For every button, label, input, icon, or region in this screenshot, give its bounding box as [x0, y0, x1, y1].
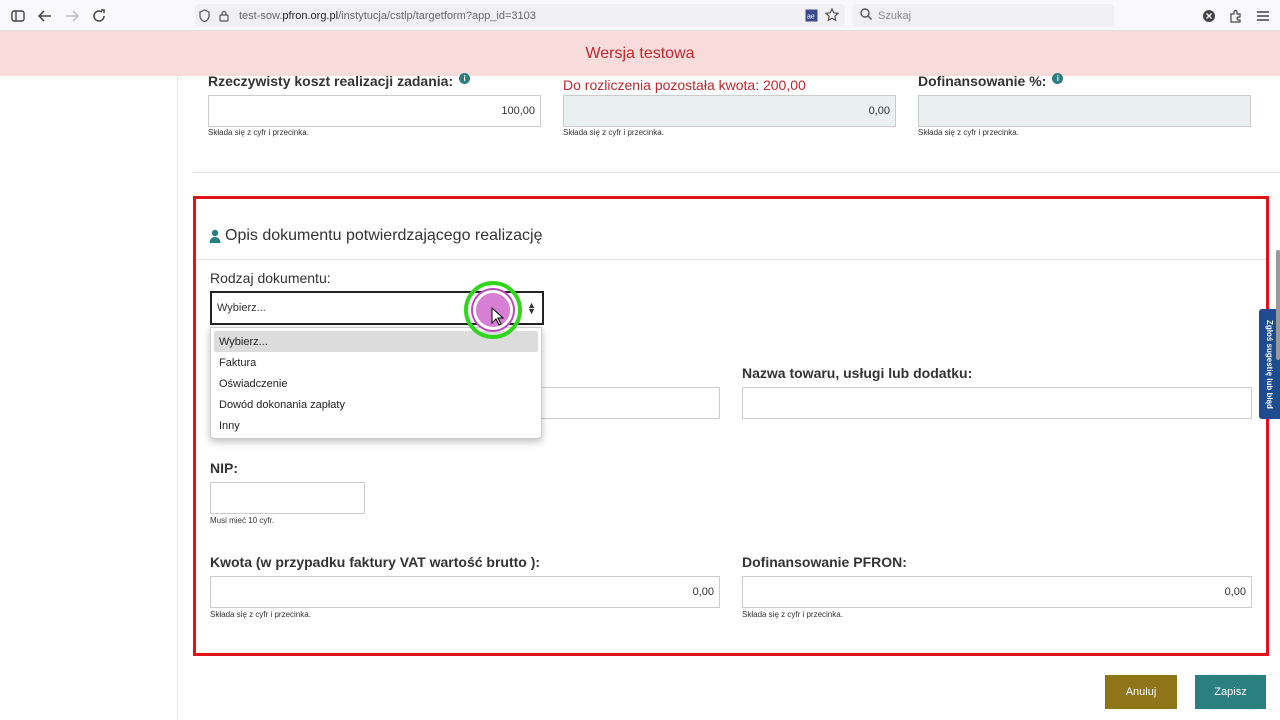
- pfron-cofinancing-label: Dofinansowanie PFRON:: [742, 554, 907, 570]
- lock-icon[interactable]: [217, 9, 231, 23]
- doc-type-dropdown: Wybierz... Faktura Oświadczenie Dowód do…: [210, 327, 542, 439]
- cofinancing-pct-label: Dofinansowanie %: i: [918, 73, 1064, 89]
- dropdown-option[interactable]: Inny: [214, 415, 538, 436]
- search-icon: [860, 8, 872, 23]
- pfron-cofinancing-input[interactable]: 0,00: [742, 576, 1252, 608]
- address-bar[interactable]: test-sow.pfron.org.pl/instytucja/cstlp/t…: [195, 4, 845, 27]
- left-sidebar: [0, 76, 178, 720]
- extensions-icon[interactable]: [1226, 6, 1246, 26]
- scrollbar[interactable]: [1276, 250, 1280, 360]
- search-placeholder: Szukaj: [878, 9, 912, 22]
- amount-hint: Składa się z cyfr i przecinka.: [210, 610, 311, 619]
- browser-toolbar: test-sow.pfron.org.pl/instytucja/cstlp/t…: [0, 0, 1280, 31]
- goods-name-input[interactable]: [742, 387, 1252, 419]
- doc-type-selected: Wybierz...: [217, 302, 266, 314]
- amount-input[interactable]: 0,00: [210, 576, 720, 608]
- banner-text: Wersja testowa: [585, 44, 695, 62]
- search-input[interactable]: Szukaj: [852, 4, 1114, 27]
- nip-label: NIP:: [210, 460, 238, 476]
- remaining-amount-label: Do rozliczenia pozostała kwota: 200,00: [563, 77, 806, 93]
- test-version-banner: Wersja testowa: [0, 31, 1280, 76]
- select-arrows-icon: ▲ ▼: [527, 300, 536, 316]
- real-cost-label: Rzeczywisty koszt realizacji zadania: i: [208, 73, 471, 89]
- panel-title: Opis dokumentu potwierdzającego realizac…: [209, 227, 543, 245]
- pfron-cofinancing-hint: Składa się z cyfr i przecinka.: [742, 610, 843, 619]
- info-icon[interactable]: i: [459, 73, 471, 84]
- remaining-amount-input: 0,00: [563, 95, 896, 127]
- close-circle-icon[interactable]: [1199, 6, 1219, 26]
- save-button[interactable]: Zapisz: [1195, 675, 1266, 709]
- person-icon: [209, 229, 221, 243]
- back-icon[interactable]: [35, 6, 55, 26]
- amount-label: Kwota (w przypadku faktury VAT wartość b…: [210, 554, 541, 570]
- sidebar-toggle-icon[interactable]: [8, 6, 28, 26]
- cost-summary-section: Rzeczywisty koszt realizacji zadania: i 1…: [193, 73, 1280, 173]
- reload-icon[interactable]: [89, 6, 109, 26]
- remaining-amount-hint: Składa się z cyfr i przecinka.: [563, 128, 664, 137]
- divider: [196, 259, 1266, 260]
- nip-hint: Musi mieć 10 cyfr.: [210, 516, 275, 525]
- mouse-cursor-icon: [491, 307, 505, 326]
- url-text: test-sow.pfron.org.pl/instytucja/cstlp/t…: [239, 9, 536, 22]
- dropdown-option[interactable]: Faktura: [214, 352, 538, 373]
- nip-input[interactable]: [210, 482, 365, 514]
- forward-icon[interactable]: [62, 6, 82, 26]
- cofinancing-pct-hint: Składa się z cyfr i przecinka.: [918, 128, 1019, 137]
- bookmark-star-icon[interactable]: [824, 7, 840, 25]
- dropdown-option[interactable]: Dowód dokonania zapłaty: [214, 394, 538, 415]
- feedback-tab-label: Zgłoś sugestię lub błąd: [1265, 319, 1274, 409]
- info-icon[interactable]: i: [1052, 73, 1064, 84]
- translate-icon[interactable]: ae: [805, 9, 818, 25]
- cofinancing-pct-input: [918, 95, 1251, 127]
- document-description-panel: Opis dokumentu potwierdzającego realizac…: [193, 196, 1269, 656]
- doc-type-label: Rodzaj dokumentu:: [210, 270, 331, 286]
- menu-icon[interactable]: [1253, 6, 1273, 26]
- dropdown-option[interactable]: Oświadczenie: [214, 373, 538, 394]
- cancel-button[interactable]: Anuluj: [1105, 675, 1177, 709]
- real-cost-hint: Składa się z cyfr i przecinka.: [208, 128, 309, 137]
- shield-icon[interactable]: [197, 9, 211, 23]
- panel-title-text: Opis dokumentu potwierdzającego realizac…: [225, 227, 543, 244]
- form-content: Rzeczywisty koszt realizacji zadania: i 1…: [178, 73, 1280, 720]
- svg-text:ae: ae: [807, 14, 815, 21]
- goods-name-label: Nazwa towaru, usługi lub dodatku:: [742, 365, 973, 381]
- real-cost-input[interactable]: 100,00: [208, 95, 541, 127]
